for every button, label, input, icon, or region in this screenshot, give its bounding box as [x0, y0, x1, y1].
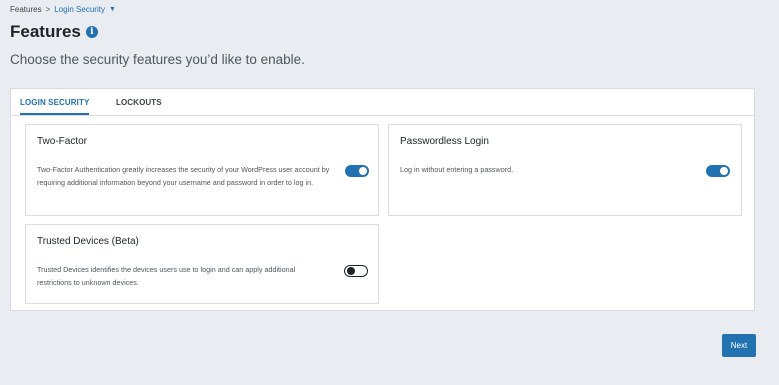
features-panel: LOGIN SECURITY LOCKOUTS Two-Factor Two-F…	[10, 88, 755, 311]
tab-login-security[interactable]: LOGIN SECURITY	[20, 98, 90, 115]
card-trusted-devices: Trusted Devices (Beta) Trusted Devices i…	[25, 224, 379, 304]
toggle-knob	[359, 167, 367, 175]
tab-bar: LOGIN SECURITY LOCKOUTS	[11, 89, 754, 116]
info-icon[interactable]: i	[85, 26, 98, 38]
toggle-knob	[720, 167, 728, 175]
card-description: Two-Factor Authentication greatly increa…	[37, 165, 330, 187]
caret-down-icon[interactable]: ▼	[109, 6, 116, 13]
card-title: Trusted Devices (Beta)	[37, 236, 139, 247]
breadcrumb: Features > Login Security ▼	[10, 5, 116, 14]
breadcrumb-current[interactable]: Login Security	[54, 5, 105, 14]
card-passwordless-login: Passwordless Login Log in without enteri…	[388, 124, 742, 216]
tab-lockouts[interactable]: LOCKOUTS	[116, 98, 162, 113]
trusted-devices-toggle[interactable]	[344, 265, 368, 277]
card-title: Two-Factor	[37, 136, 88, 147]
page-title: Features	[10, 22, 81, 41]
card-description: Trusted Devices identifies the devices u…	[37, 265, 296, 287]
breadcrumb-separator: >	[45, 5, 51, 14]
two-factor-toggle[interactable]	[345, 165, 369, 177]
card-two-factor: Two-Factor Two-Factor Authentication gre…	[25, 124, 379, 216]
page-subtitle: Choose the security features you’d like …	[10, 52, 305, 67]
next-button[interactable]: Next	[722, 334, 756, 357]
toggle-knob	[346, 266, 355, 275]
card-description: Log in without entering a password.	[400, 165, 514, 174]
passwordless-login-toggle[interactable]	[706, 165, 730, 177]
card-title: Passwordless Login	[400, 136, 489, 147]
breadcrumb-root[interactable]: Features	[10, 5, 42, 14]
title-row: Features i	[10, 22, 98, 42]
